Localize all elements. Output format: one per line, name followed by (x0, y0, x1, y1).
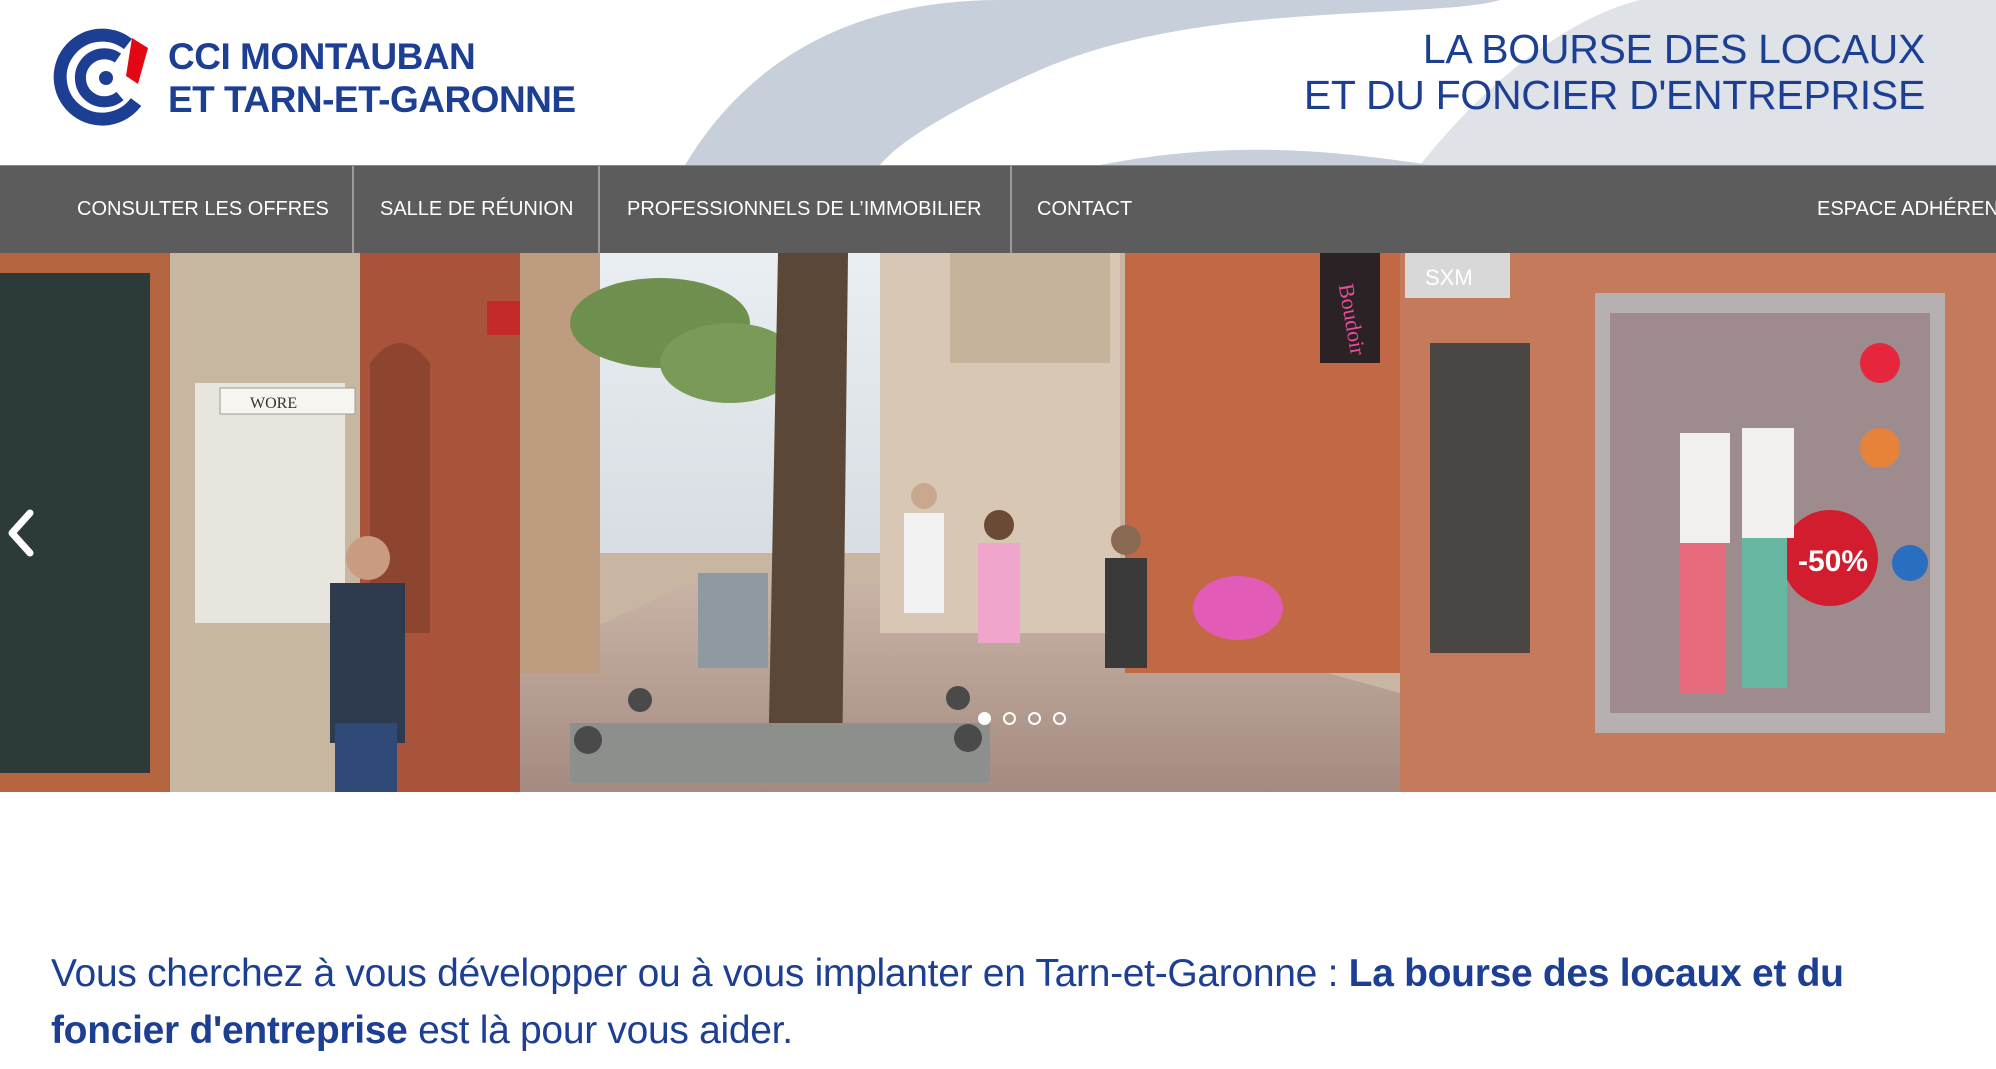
cci-logo[interactable]: CCI MONTAUBAN ET TARN-ET-GARONNE (50, 26, 576, 130)
nav-item-professionnels-immobilier[interactable]: PROFESSIONNELS DE L’IMMOBILIER (627, 166, 982, 253)
nav-item-consulter-les-offres[interactable]: CONSULTER LES OFFRES (77, 166, 329, 253)
slider-prev-button[interactable] (2, 503, 42, 563)
nav-item-contact[interactable]: CONTACT (1037, 166, 1132, 253)
slider-pagination (978, 712, 1066, 725)
site-header: CCI MONTAUBAN ET TARN-ET-GARONNE LA BOUR… (0, 0, 1996, 165)
nav-item-espace-adherent[interactable]: ESPACE ADHÉREN (1817, 166, 1996, 253)
site-tagline: LA BOURSE DES LOCAUX ET DU FONCIER D'ENT… (1304, 26, 1925, 118)
slider-dot-3[interactable] (1028, 712, 1041, 725)
slider-dot-1[interactable] (978, 712, 991, 725)
logo-wordmark: CCI MONTAUBAN ET TARN-ET-GARONNE (168, 35, 576, 121)
logo-line-1: CCI MONTAUBAN (168, 36, 476, 77)
intro-text-1: Vous cherchez à vous développer ou à vou… (51, 952, 1349, 995)
nav-item-salle-de-reunion[interactable]: SALLE DE RÉUNION (380, 166, 573, 253)
intro-paragraph: Vous cherchez à vous développer ou à vou… (51, 945, 1951, 1059)
slider-dot-4[interactable] (1053, 712, 1066, 725)
store-sign-wore: WORE (250, 395, 297, 412)
hero-slider: WORE Boudoir SXM -50% (0, 253, 1996, 792)
logo-line-2: ET TARN-ET-GARONNE (168, 79, 576, 120)
intro-bold-1: La bourse des locaux et du (1348, 952, 1844, 995)
nav-divider (598, 166, 600, 253)
nav-divider (352, 166, 354, 253)
tagline-line-2: ET DU FONCIER D'ENTREPRISE (1303, 72, 1925, 118)
sale-badge: -50% (1798, 545, 1868, 578)
tagline-line-1: LA BOURSE DES LOCAUX (1422, 26, 1925, 72)
slider-dot-2[interactable] (1003, 712, 1016, 725)
store-sign-sxm: SXM (1425, 265, 1473, 290)
chevron-left-icon (8, 509, 34, 557)
nav-divider (1010, 166, 1012, 253)
cci-logo-icon (53, 28, 148, 126)
intro-text-2: est là pour vous aider. (407, 1009, 793, 1052)
intro-bold-2: foncier d'entreprise (51, 1009, 408, 1052)
main-navigation: CONSULTER LES OFFRES SALLE DE RÉUNION PR… (0, 165, 1996, 253)
